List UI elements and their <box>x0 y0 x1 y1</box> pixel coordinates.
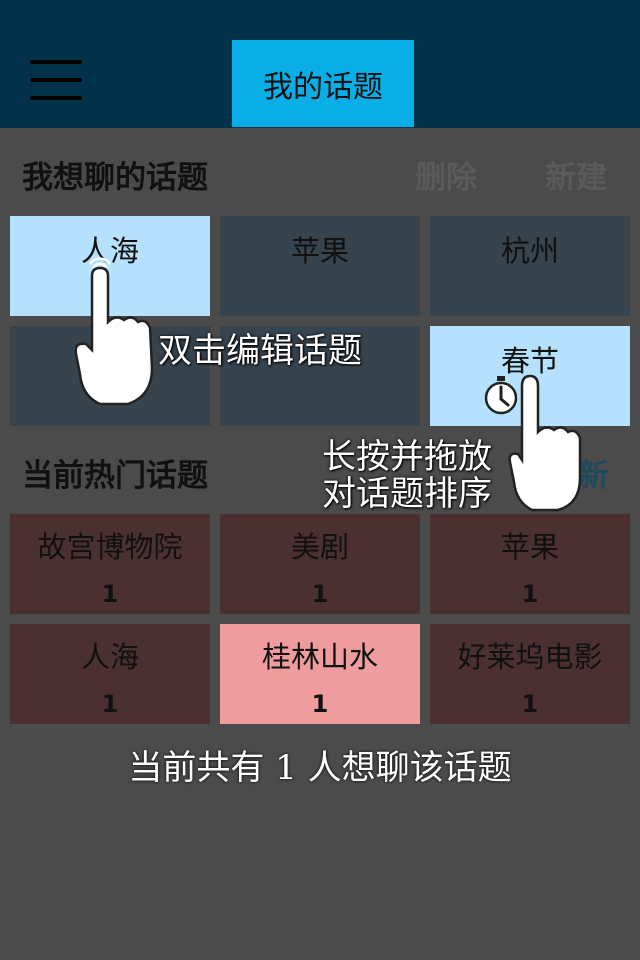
hot-topic-tile[interactable]: 故宫博物院 1 <box>10 514 210 614</box>
hot-topic-label: 故宫博物院 <box>37 530 183 564</box>
long-press-hand-icon <box>508 374 582 512</box>
hot-topic-tile[interactable]: 好莱坞电影 1 <box>430 624 630 724</box>
hot-topic-tile[interactable]: 美剧 1 <box>220 514 420 614</box>
my-topic-tile[interactable]: 杭州 <box>430 216 630 316</box>
hot-topic-label: 好莱坞电影 <box>457 640 603 674</box>
hot-topic-count: 1 <box>311 580 329 608</box>
my-topics-title: 我想聊的话题 <box>22 160 208 196</box>
menu-icon[interactable] <box>30 60 84 102</box>
double-tap-hint: 双击编辑话题 <box>158 331 362 371</box>
hot-topic-label: 美剧 <box>290 530 349 564</box>
tab-my-topics[interactable]: 我的话题 <box>232 40 414 127</box>
hot-topic-label: 苹果 <box>500 530 559 564</box>
new-topic-button[interactable]: 新建 <box>545 152 607 197</box>
topic-count-status: 当前共有 1 人想聊该话题 <box>128 748 512 788</box>
hot-topic-count: 1 <box>311 690 329 718</box>
hot-topic-tile[interactable]: 苹果 1 <box>430 514 630 614</box>
hot-topic-tile[interactable]: 人海 1 <box>10 624 210 724</box>
long-press-hint-line1: 长按并拖放 <box>322 437 492 477</box>
hot-topics-title: 当前热门话题 <box>22 458 208 494</box>
long-press-hint-line2: 对话题排序 <box>322 474 492 514</box>
hot-topic-count: 1 <box>101 690 119 718</box>
hot-topic-count: 1 <box>521 690 539 718</box>
hot-topic-label: 桂林山水 <box>261 640 378 674</box>
hot-topic-label: 人海 <box>80 640 139 674</box>
app-header: 我的话题 <box>0 0 640 128</box>
hot-topic-count: 1 <box>521 580 539 608</box>
hot-topic-tile[interactable]: 桂林山水 1 <box>220 624 420 724</box>
double-tap-hand-icon <box>74 257 154 406</box>
hot-topic-count: 1 <box>101 580 119 608</box>
delete-button[interactable]: 删除 <box>415 152 477 197</box>
my-topic-tile[interactable]: 苹果 <box>220 216 420 316</box>
